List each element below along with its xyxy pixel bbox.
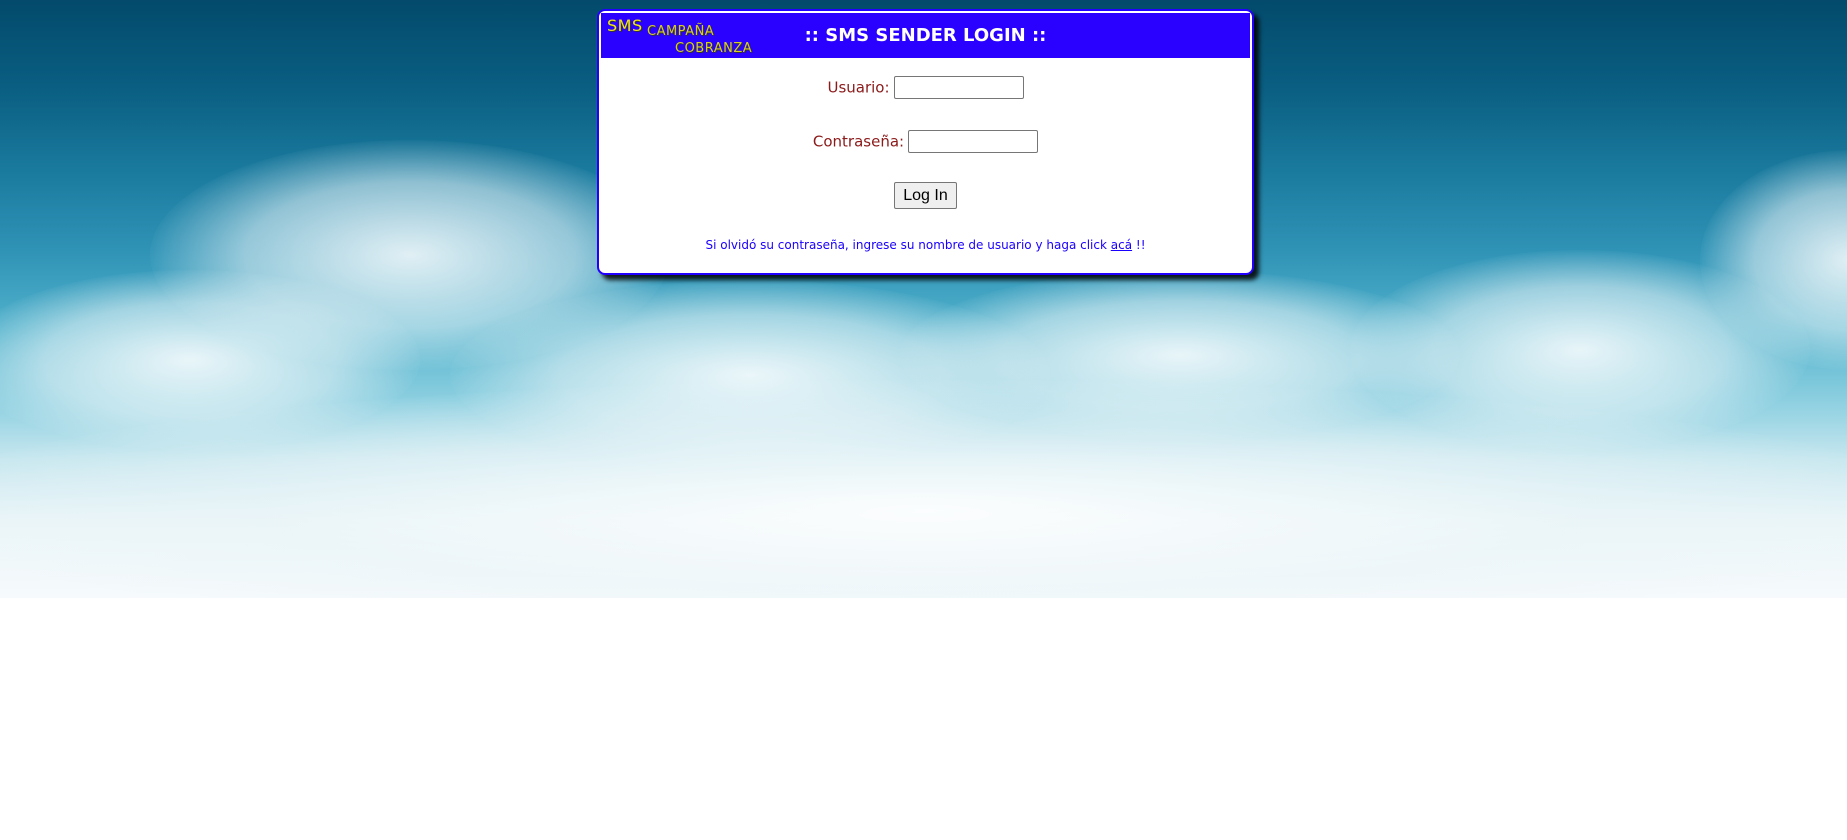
password-row: Contraseña: [599,130,1252,153]
forgot-password-suffix: !! [1135,238,1146,252]
forgot-password-link[interactable]: acá [1111,238,1132,252]
login-header: SMS CAMPAÑA COBRANZA :: SMS SENDER LOGIN… [601,13,1250,58]
login-panel: SMS CAMPAÑA COBRANZA :: SMS SENDER LOGIN… [597,9,1254,275]
password-label: Contraseña: [812,132,905,151]
page-title: :: SMS SENDER LOGIN :: [804,25,1047,46]
username-label: Usuario: [827,78,890,97]
login-button[interactable]: Log In [894,182,957,209]
username-input[interactable] [893,76,1024,99]
login-button-row: Log In [599,182,1252,209]
username-row: Usuario: [599,76,1252,99]
forgot-password-text: Si olvidó su contraseña, ingrese su nomb… [705,238,1145,252]
cloud-decoration [0,380,1847,598]
forgot-password-row: Si olvidó su contraseña, ingrese su nomb… [599,234,1252,253]
password-input[interactable] [908,130,1039,153]
forgot-password-message: Si olvidó su contraseña, ingrese su nomb… [705,238,1107,252]
